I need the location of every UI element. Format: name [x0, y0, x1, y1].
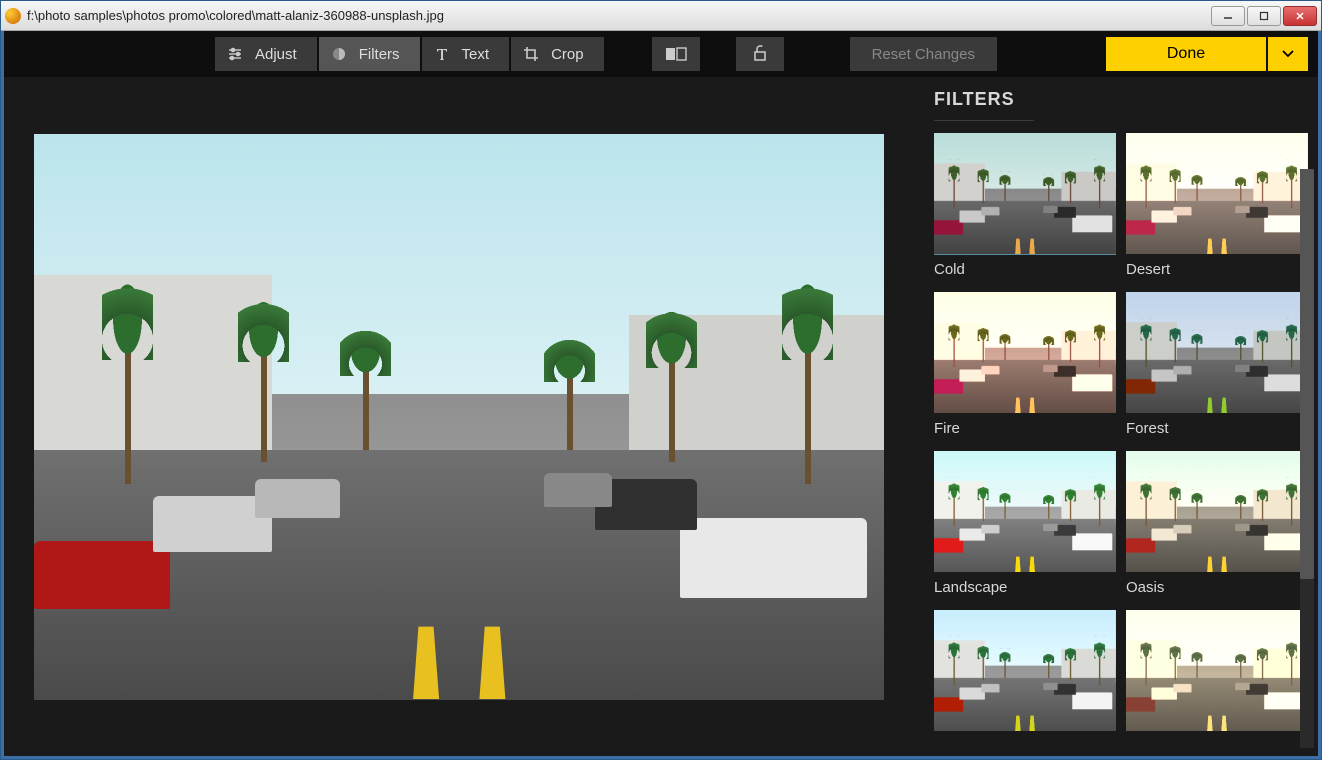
tab-label: Adjust — [255, 46, 297, 63]
filter-thumbnail — [1126, 133, 1308, 255]
filter-label: Desert — [1126, 255, 1308, 288]
filter-desert[interactable]: Desert — [1126, 133, 1308, 288]
tab-crop[interactable]: Crop — [511, 37, 604, 71]
done-label: Done — [1167, 45, 1205, 63]
app-icon — [5, 8, 21, 24]
chevron-down-icon — [1282, 50, 1294, 58]
compare-button[interactable] — [652, 37, 700, 71]
filters-scrollbar[interactable] — [1300, 169, 1314, 748]
tab-label: Text — [462, 46, 490, 63]
tab-label: Filters — [359, 46, 400, 63]
main-photo — [1126, 610, 1308, 731]
tab-text[interactable]: Text — [422, 37, 510, 71]
filter-thumbnail — [934, 610, 1116, 732]
main-photo — [1126, 133, 1308, 254]
main-photo — [934, 292, 1116, 413]
sliders-icon — [227, 46, 243, 62]
main-photo — [934, 610, 1116, 731]
titlebar[interactable]: f:\photo samples\photos promo\colored\ma… — [1, 1, 1321, 31]
app-body: Adjust Filters Text — [1, 31, 1321, 759]
done-button[interactable]: Done — [1106, 37, 1266, 71]
app-window: f:\photo samples\photos promo\colored\ma… — [0, 0, 1322, 760]
filter-thumbnail — [1126, 610, 1308, 732]
window-title: f:\photo samples\photos promo\colored\ma… — [27, 8, 1211, 23]
filter-landscape[interactable]: Landscape — [934, 451, 1116, 606]
filter-circle-icon — [331, 46, 347, 62]
filter-label: Landscape — [934, 573, 1116, 606]
filter-item[interactable] — [934, 610, 1116, 732]
text-icon — [434, 46, 450, 62]
main-photo — [934, 133, 1116, 254]
done-dropdown[interactable] — [1268, 37, 1308, 71]
minimize-button[interactable] — [1211, 6, 1245, 26]
tab-filters[interactable]: Filters — [319, 37, 420, 71]
filter-thumbnail — [934, 451, 1116, 573]
tab-label: Crop — [551, 46, 584, 63]
close-button[interactable] — [1283, 6, 1317, 26]
tool-tabs: Adjust Filters Text — [215, 37, 604, 71]
tab-adjust[interactable]: Adjust — [215, 37, 317, 71]
main-photo — [34, 134, 884, 700]
filter-oasis[interactable]: Oasis — [1126, 451, 1308, 606]
content-area: FILTERS — [4, 77, 1318, 756]
filter-label: Oasis — [1126, 573, 1308, 606]
crop-icon — [523, 46, 539, 62]
filter-cold[interactable]: Cold — [934, 133, 1116, 288]
scrollbar-thumb[interactable] — [1300, 169, 1314, 579]
reset-label: Reset Changes — [872, 46, 975, 63]
compare-icon — [665, 47, 687, 61]
panel-title: FILTERS — [934, 89, 1034, 121]
main-photo — [1126, 451, 1308, 572]
rotate-icon — [751, 45, 769, 63]
toolbar: Adjust Filters Text — [4, 31, 1318, 77]
rotate-button[interactable] — [736, 37, 784, 71]
maximize-button[interactable] — [1247, 6, 1281, 26]
filter-thumbnail — [934, 133, 1116, 255]
filter-forest[interactable]: Forest — [1126, 292, 1308, 447]
filter-thumbnail — [934, 292, 1116, 414]
filters-grid[interactable]: Cold — [934, 133, 1318, 756]
canvas-area[interactable] — [4, 77, 914, 756]
filter-label: Forest — [1126, 414, 1308, 447]
reset-changes-button[interactable]: Reset Changes — [850, 37, 997, 71]
filters-panel: FILTERS — [914, 77, 1318, 756]
main-photo — [1126, 292, 1308, 413]
main-photo — [934, 451, 1116, 572]
filter-label: Fire — [934, 414, 1116, 447]
filter-thumbnail — [1126, 292, 1308, 414]
filter-thumbnail — [1126, 451, 1308, 573]
filter-label: Cold — [934, 255, 1116, 288]
filter-item[interactable] — [1126, 610, 1308, 732]
filter-fire[interactable]: Fire — [934, 292, 1116, 447]
